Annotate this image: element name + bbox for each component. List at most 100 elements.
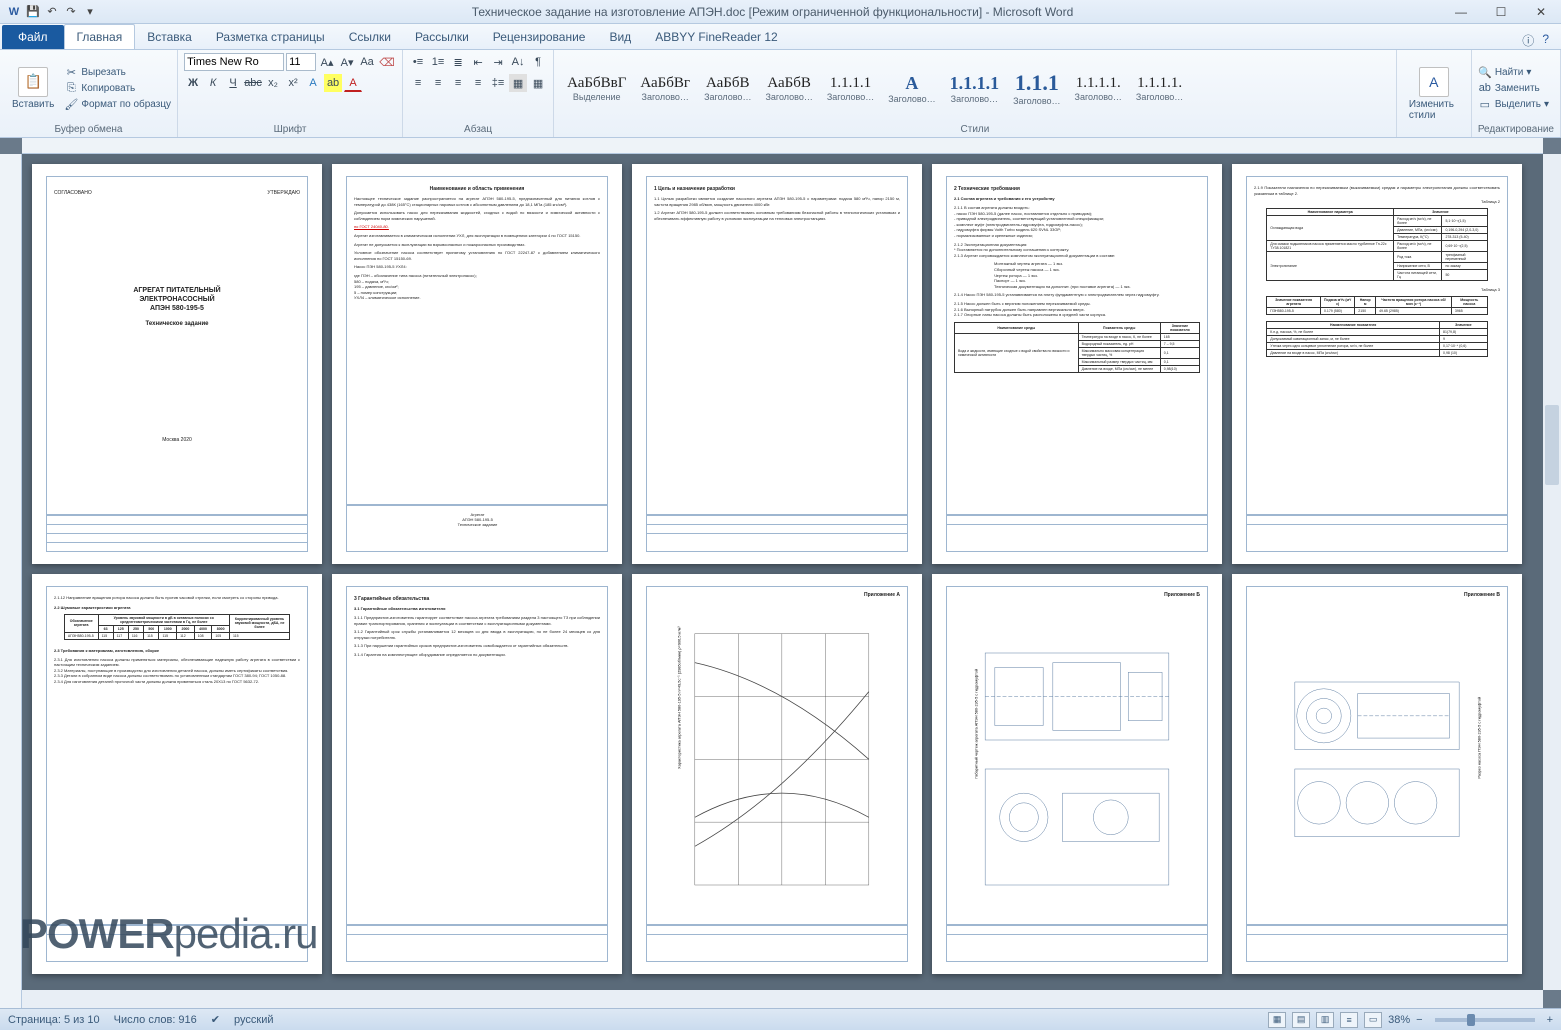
page-7[interactable]: 3 Гарантийные обязательства 3.1 Гарантий… [332,574,622,974]
zoom-slider[interactable] [1435,1018,1535,1022]
page-5[interactable]: 2.1.9 Показатели назначения по перекачив… [1232,164,1522,564]
page-8[interactable]: Приложение А Характеристика агрегата АПЭ… [632,574,922,974]
view-read-icon[interactable]: ▤ [1292,1012,1310,1028]
document-area: СОГЛАСОВАНОУТВЕРЖДАЮ АГРЕГАТ ПИТАТЕЛЬНЫЙ… [0,138,1561,1008]
numbering-icon[interactable]: 1≡ [429,53,447,71]
style-item-2[interactable]: АаБбВЗаголово… [697,72,758,105]
style-item-4[interactable]: 1.1.1.1Заголово… [820,72,881,105]
change-case-icon[interactable]: Aa [358,53,376,71]
page-9[interactable]: Приложение Б Габаритный чертеж агрегата … [932,574,1222,974]
style-item-9[interactable]: 1.1.1.1.Заголово… [1129,72,1190,105]
font-color-icon[interactable]: A [344,74,362,92]
style-item-1[interactable]: АаБбВгЗаголово… [633,72,697,105]
grow-font-icon[interactable]: A▴ [318,53,336,71]
status-language[interactable]: русский [234,1014,273,1026]
strike-icon[interactable]: abc [244,74,262,92]
indent-dec-icon[interactable]: ⇤ [469,53,487,71]
replace-button[interactable]: abЗаменить [1478,81,1549,95]
zoom-out-button[interactable]: − [1416,1014,1422,1026]
maximize-button[interactable]: ☐ [1481,0,1521,24]
bold-icon[interactable]: Ж [184,74,202,92]
zoom-in-button[interactable]: + [1547,1014,1553,1026]
file-tab[interactable]: Файл [2,25,64,49]
tab-mailings[interactable]: Рассылки [403,25,481,49]
align-center-icon[interactable]: ≡ [429,74,447,92]
redo-icon[interactable]: ↷ [63,4,79,20]
style-item-3[interactable]: АаБбВЗаголово… [758,72,819,105]
highlight-icon[interactable]: ab [324,74,342,92]
superscript-icon[interactable]: x² [284,74,302,92]
indent-inc-icon[interactable]: ⇥ [489,53,507,71]
undo-icon[interactable]: ↶ [44,4,60,20]
tab-layout[interactable]: Разметка страницы [204,25,337,49]
tab-review[interactable]: Рецензирование [481,25,598,49]
multilevel-icon[interactable]: ≣ [449,53,467,71]
help-icon[interactable]: ? [1542,32,1549,49]
tab-home[interactable]: Главная [64,24,136,49]
page-canvas[interactable]: СОГЛАСОВАНОУТВЕРЖДАЮ АГРЕГАТ ПИТАТЕЛЬНЫЙ… [22,154,1543,990]
qat-dropdown-icon[interactable]: ▾ [82,4,98,20]
font-size-select[interactable] [286,53,316,71]
view-outline-icon[interactable]: ≡ [1340,1012,1358,1028]
paste-button[interactable]: 📋 Вставить [6,65,60,112]
style-item-0[interactable]: АаБбВвГВыделение [560,72,633,105]
underline-icon[interactable]: Ч [224,74,242,92]
align-right-icon[interactable]: ≡ [449,74,467,92]
minimize-ribbon-icon[interactable]: ⓘ [1522,32,1534,49]
page-10[interactable]: Приложение В Разрез насоса ПЭН 580-195-5… [1232,574,1522,974]
borders-icon[interactable]: ▦ [529,74,547,92]
horizontal-ruler[interactable] [22,138,1543,154]
scroll-thumb[interactable] [1545,405,1559,485]
find-icon: 🔍 [1478,65,1492,79]
tab-references[interactable]: Ссылки [337,25,403,49]
align-left-icon[interactable]: ≡ [409,74,427,92]
find-button[interactable]: 🔍Найти ▾ [1478,65,1549,79]
close-button[interactable]: ✕ [1521,0,1561,24]
cut-button[interactable]: ✂Вырезать [64,65,171,79]
view-web-icon[interactable]: ▥ [1316,1012,1334,1028]
italic-icon[interactable]: К [204,74,222,92]
group-styles-label: Стили [560,123,1390,135]
align-justify-icon[interactable]: ≡ [469,74,487,92]
font-name-select[interactable] [184,53,284,71]
format-painter-button[interactable]: 🖌Формат по образцу [64,97,171,111]
subscript-icon[interactable]: x₂ [264,74,282,92]
text-effects-icon[interactable]: A [304,74,322,92]
page-1[interactable]: СОГЛАСОВАНОУТВЕРЖДАЮ АГРЕГАТ ПИТАТЕЛЬНЫЙ… [32,164,322,564]
page-3[interactable]: 1 Цель и назначение разработки 1.1 Целью… [632,164,922,564]
style-item-6[interactable]: 1.1.1.1Заголово… [943,70,1007,107]
assembly-drawing: Габаритный чертеж агрегата АПЭН 580-195-… [962,624,1192,914]
zoom-level[interactable]: 38% [1388,1014,1410,1026]
tab-abbyy[interactable]: ABBYY FineReader 12 [643,25,790,49]
style-item-5[interactable]: АЗаголово… [881,70,942,107]
status-proof-icon[interactable]: ✔ [211,1013,220,1026]
horizontal-scrollbar[interactable] [22,990,1543,1008]
page-6[interactable]: 2.1.12 Направление вращения ротора насос… [32,574,322,974]
show-marks-icon[interactable]: ¶ [529,53,547,71]
page-4[interactable]: 2 Технические требования 2.1 Состав агре… [932,164,1222,564]
tab-view[interactable]: Вид [597,25,643,49]
minimize-button[interactable]: — [1441,0,1481,24]
bullets-icon[interactable]: •≡ [409,53,427,71]
view-print-layout-icon[interactable]: ▦ [1268,1012,1286,1028]
sort-icon[interactable]: A↓ [509,53,527,71]
shrink-font-icon[interactable]: A▾ [338,53,356,71]
vertical-scrollbar[interactable] [1543,154,1561,990]
copy-button[interactable]: ⎘Копировать [64,81,171,95]
page-2[interactable]: Наименование и область применения Настоя… [332,164,622,564]
shading-icon[interactable]: ▦ [509,74,527,92]
style-item-8[interactable]: 1.1.1.1.Заголово… [1068,72,1129,105]
title-bar: W 💾 ↶ ↷ ▾ Техническое задание на изготов… [0,0,1561,24]
tab-insert[interactable]: Вставка [135,25,204,49]
svg-text:Габаритный чертеж агрегата АПЭ: Габаритный чертеж агрегата АПЭН 580-195-… [974,669,978,779]
change-styles-button[interactable]: A Изменить стили [1403,65,1465,123]
status-words[interactable]: Число слов: 916 [114,1014,197,1026]
select-button[interactable]: ▭Выделить ▾ [1478,97,1549,111]
view-draft-icon[interactable]: ▭ [1364,1012,1382,1028]
status-page[interactable]: Страница: 5 из 10 [8,1014,100,1026]
line-spacing-icon[interactable]: ‡≡ [489,74,507,92]
save-icon[interactable]: 💾 [25,4,41,20]
style-item-7[interactable]: 1.1.1Заголово… [1006,67,1067,109]
clear-format-icon[interactable]: ⌫ [378,53,396,71]
vertical-ruler[interactable] [0,154,22,1008]
